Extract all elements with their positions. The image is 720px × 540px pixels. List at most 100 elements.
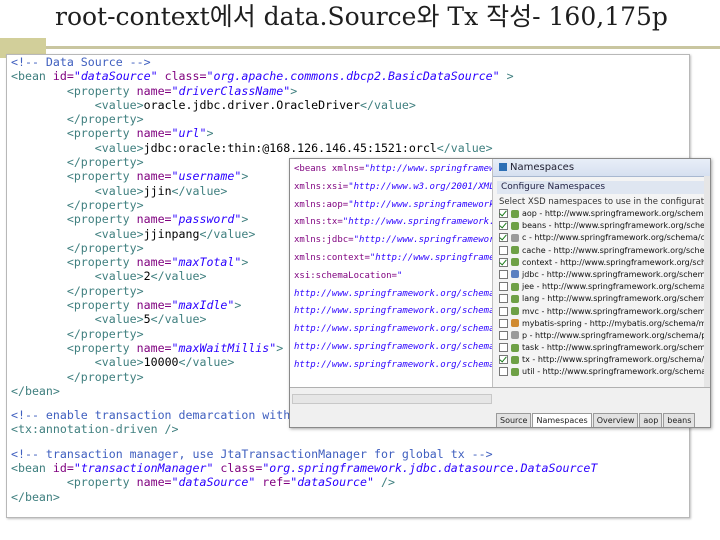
namespace-checkbox[interactable] <box>499 269 508 279</box>
code-token: > <box>276 340 284 355</box>
namespaces-header: Namespaces <box>493 159 710 177</box>
code-token: ref= <box>255 475 291 490</box>
code-line: <!-- Data Source --> <box>11 55 597 69</box>
source-line: xmlns:context="http://www.springframewor… <box>294 250 492 268</box>
namespace-item[interactable]: lang - http://www.springframework.org/sc… <box>499 293 710 305</box>
namespace-checkbox[interactable] <box>499 294 508 304</box>
code-token: </property> <box>11 155 144 170</box>
namespace-item[interactable]: task - http://www.springframework.org/sc… <box>499 342 710 354</box>
source-value: "http://www.springframework.org/sche <box>369 252 492 263</box>
namespace-checkbox[interactable] <box>499 221 508 231</box>
namespace-item[interactable]: beans - http://www.springframework.org/s… <box>499 220 710 232</box>
namespace-item[interactable]: cache - http://www.springframework.org/s… <box>499 245 710 257</box>
source-attr: xmlns:jdbc= <box>294 235 354 246</box>
namespace-label: jdbc - http://www.springframework.org/sc… <box>522 269 710 279</box>
namespaces-config-panel: Namespaces Configure Namespaces Select X… <box>493 159 710 387</box>
source-line: http://www.springframework.org/schema/co… <box>294 286 492 304</box>
code-token: "org.springframework.jdbc.datasource.Dat… <box>262 461 598 476</box>
code-line: <value>oracle.jdbc.driver.OracleDriver</… <box>11 98 597 112</box>
code-token: <value> <box>11 97 144 112</box>
code-token: name= <box>136 83 172 98</box>
namespace-checkbox[interactable] <box>499 245 508 255</box>
source-horizontal-scrollbar[interactable] <box>292 394 492 404</box>
namespace-item[interactable]: mybatis-spring - http://mybatis.org/sche… <box>499 318 710 330</box>
source-value: "http://www.springframework.org/schema/ <box>348 199 492 210</box>
namespaces-header-label: Namespaces <box>510 162 575 173</box>
code-token: </value> <box>171 183 228 198</box>
configure-namespaces-section: Configure Namespaces <box>497 181 706 194</box>
configure-namespaces-subtitle: Select XSD namespaces to use in the conf… <box>499 197 710 207</box>
namespace-item[interactable]: jdbc - http://www.springframework.org/sc… <box>499 269 710 281</box>
namespace-icon <box>511 367 519 376</box>
namespace-item[interactable]: tx - http://www.springframework.org/sche… <box>499 354 710 366</box>
code-token: <value> <box>11 183 144 198</box>
namespace-item[interactable]: util - http://www.springframework.org/sc… <box>499 366 710 378</box>
source-value: " <box>396 270 403 281</box>
namespace-item[interactable]: mvc - http://www.springframework.org/sch… <box>499 306 710 318</box>
source-line: http://www.springframework.org/schema/ao… <box>294 357 492 375</box>
source-value: http://www.springframework.org/schema/jd… <box>294 324 492 335</box>
namespace-checkbox[interactable] <box>499 355 508 365</box>
namespace-checkbox[interactable] <box>499 330 508 340</box>
code-token: <property <box>11 169 137 184</box>
namespace-checkbox[interactable] <box>499 318 508 328</box>
editor-tab[interactable]: aop <box>639 413 663 427</box>
code-token: "maxWaitMillis" <box>171 340 277 355</box>
namespace-item[interactable]: context - http://www.springframework.org… <box>499 257 710 269</box>
namespace-label: lang - http://www.springframework.org/sc… <box>522 294 710 304</box>
code-line: <property name="dataSource" ref="dataSou… <box>11 475 597 489</box>
editor-tab[interactable]: Overview <box>592 413 639 427</box>
code-token: 2 <box>143 269 151 284</box>
code-token: <value> <box>11 312 144 327</box>
namespace-checkbox[interactable] <box>499 282 508 292</box>
namespace-icon <box>511 331 519 340</box>
source-attr: xmlns:xsi= <box>294 181 349 192</box>
namespace-item[interactable]: aop - http://www.springframework.org/sch… <box>499 208 710 220</box>
editor-tab[interactable]: Namespaces <box>532 413 592 427</box>
source-value: "http://www.springframework.org/schema/ <box>353 235 492 246</box>
source-line: http://www.springframework.org/schema/jd… <box>294 321 492 339</box>
namespace-item[interactable]: c - http://www.springframework.org/schem… <box>499 232 710 244</box>
code-token: /> <box>373 475 395 490</box>
code-token: <!-- transaction manager, use JtaTransac… <box>11 446 493 461</box>
namespace-list-scrollbar[interactable] <box>704 176 710 387</box>
namespace-label: context - http://www.springframework.org… <box>522 257 710 267</box>
namespace-label: mvc - http://www.springframework.org/sch… <box>522 306 710 316</box>
namespace-checkbox[interactable] <box>499 367 508 377</box>
namespace-label: cache - http://www.springframework.org/s… <box>522 245 710 255</box>
namespace-label: jee - http://www.springframework.org/sch… <box>522 282 710 292</box>
source-attr: xsi:schemaLocation= <box>294 270 397 281</box>
code-line: <value>jdbc:oracle:thin:@168.126.146.45:… <box>11 141 597 155</box>
code-token: > <box>290 83 298 98</box>
code-token: </value> <box>360 97 416 112</box>
namespaces-source-pane: <beans xmlns="http://www.springframework… <box>290 159 493 387</box>
editor-tabs: SourceNamespacesOverviewaopbeanscontextj… <box>496 408 710 427</box>
code-token: name= <box>136 340 172 355</box>
namespace-label: beans - http://www.springframework.org/s… <box>522 221 710 231</box>
namespace-item[interactable]: p - http://www.springframework.org/schem… <box>499 330 710 342</box>
code-token: > <box>241 212 249 227</box>
code-token: </bean> <box>11 383 60 398</box>
code-token: > <box>241 169 249 184</box>
code-line: <property name="url"> <box>11 126 597 140</box>
code-token: <property <box>11 255 137 270</box>
namespace-checkbox[interactable] <box>499 257 508 267</box>
code-token: name= <box>136 126 172 141</box>
source-line: xmlns:aop="http://www.springframework.or… <box>294 197 492 215</box>
editor-tab[interactable]: beans <box>663 413 696 427</box>
namespace-checkbox[interactable] <box>499 343 508 353</box>
namespace-checkbox[interactable] <box>499 233 508 243</box>
code-token: "transactionManager" <box>73 461 214 476</box>
namespace-checkbox-list: aop - http://www.springframework.org/sch… <box>493 208 710 379</box>
code-token: <property <box>11 83 137 98</box>
namespace-checkbox[interactable] <box>499 306 508 316</box>
code-token: </property> <box>11 283 144 298</box>
code-token: "driverClassName" <box>171 83 291 98</box>
code-token: </property> <box>11 369 144 384</box>
code-token: </property> <box>11 240 144 255</box>
code-token: 5 <box>143 312 151 327</box>
editor-tab[interactable]: Source <box>496 413 532 427</box>
namespace-item[interactable]: jee - http://www.springframework.org/sch… <box>499 281 710 293</box>
namespace-checkbox[interactable] <box>499 209 508 218</box>
namespace-label: task - http://www.springframework.org/sc… <box>522 343 710 353</box>
